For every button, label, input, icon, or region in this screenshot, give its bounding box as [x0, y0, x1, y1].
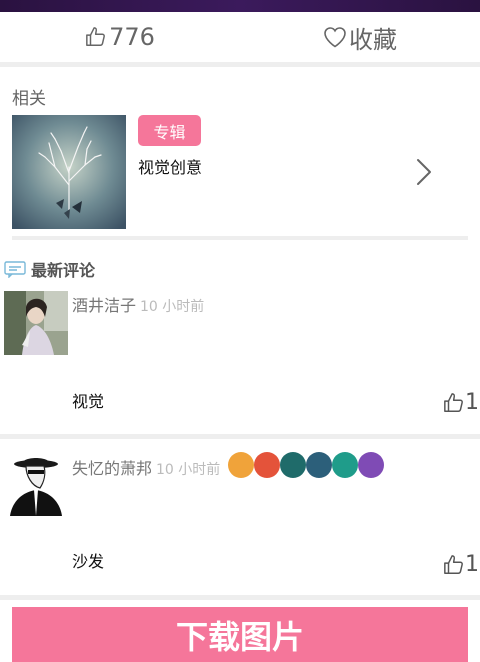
comment-time: 10 小时前: [156, 462, 221, 478]
download-button[interactable]: 下载图片: [12, 607, 468, 662]
medal-badge-icon[interactable]: [280, 452, 306, 478]
top-header-bar: [0, 0, 480, 12]
comment-icon: [4, 261, 26, 278]
comments-heading-label: 最新评论: [31, 261, 96, 280]
action-bar: 776 收藏: [0, 12, 480, 62]
footer-divider: [0, 595, 480, 600]
comment-author[interactable]: 酒井洁子 10 小时前: [72, 292, 204, 316]
medal-badge-icon[interactable]: [332, 452, 358, 478]
favorite-label: 收藏: [349, 25, 397, 54]
related-album-name[interactable]: 视觉创意: [138, 154, 202, 178]
thumbs-up-icon: [444, 554, 463, 574]
comment-like-count: 1: [465, 390, 479, 415]
medal-list: [228, 452, 384, 478]
chevron-right-icon[interactable]: [414, 157, 434, 187]
medal-badge-icon[interactable]: [254, 452, 280, 478]
like-button[interactable]: 776: [0, 23, 240, 51]
like-count: 776: [109, 23, 155, 51]
comment-time: 10 小时前: [140, 299, 205, 315]
medal-badge-icon[interactable]: [358, 452, 384, 478]
comment-like-count: 1: [465, 552, 479, 577]
avatar[interactable]: [4, 291, 68, 355]
comment-author[interactable]: 失忆的萧邦 10 小时前: [72, 455, 220, 479]
comment-text: 沙发: [72, 552, 105, 571]
comments-heading: 最新评论: [4, 257, 95, 281]
thumbs-up-icon: [86, 27, 106, 46]
favorite-button[interactable]: 收藏: [240, 20, 480, 55]
comment-author-name[interactable]: 失忆的萧邦: [72, 459, 152, 478]
medal-badge-icon[interactable]: [306, 452, 332, 478]
related-divider: [12, 236, 468, 240]
album-badge: 专辑: [138, 115, 201, 146]
comment-text: 视觉: [72, 392, 105, 411]
medal-badge-icon[interactable]: [228, 452, 254, 478]
related-title: 相关: [12, 89, 46, 109]
thumbs-up-icon: [444, 392, 463, 412]
comment-like-button[interactable]: 1: [443, 390, 479, 415]
comment-divider: [0, 434, 480, 439]
section-divider: [0, 62, 480, 67]
heart-icon: [324, 27, 346, 48]
comment-author-name[interactable]: 酒井洁子: [72, 296, 136, 315]
related-album-thumbnail[interactable]: [12, 115, 126, 229]
avatar[interactable]: [4, 452, 68, 516]
comment-like-button[interactable]: 1: [443, 552, 479, 577]
